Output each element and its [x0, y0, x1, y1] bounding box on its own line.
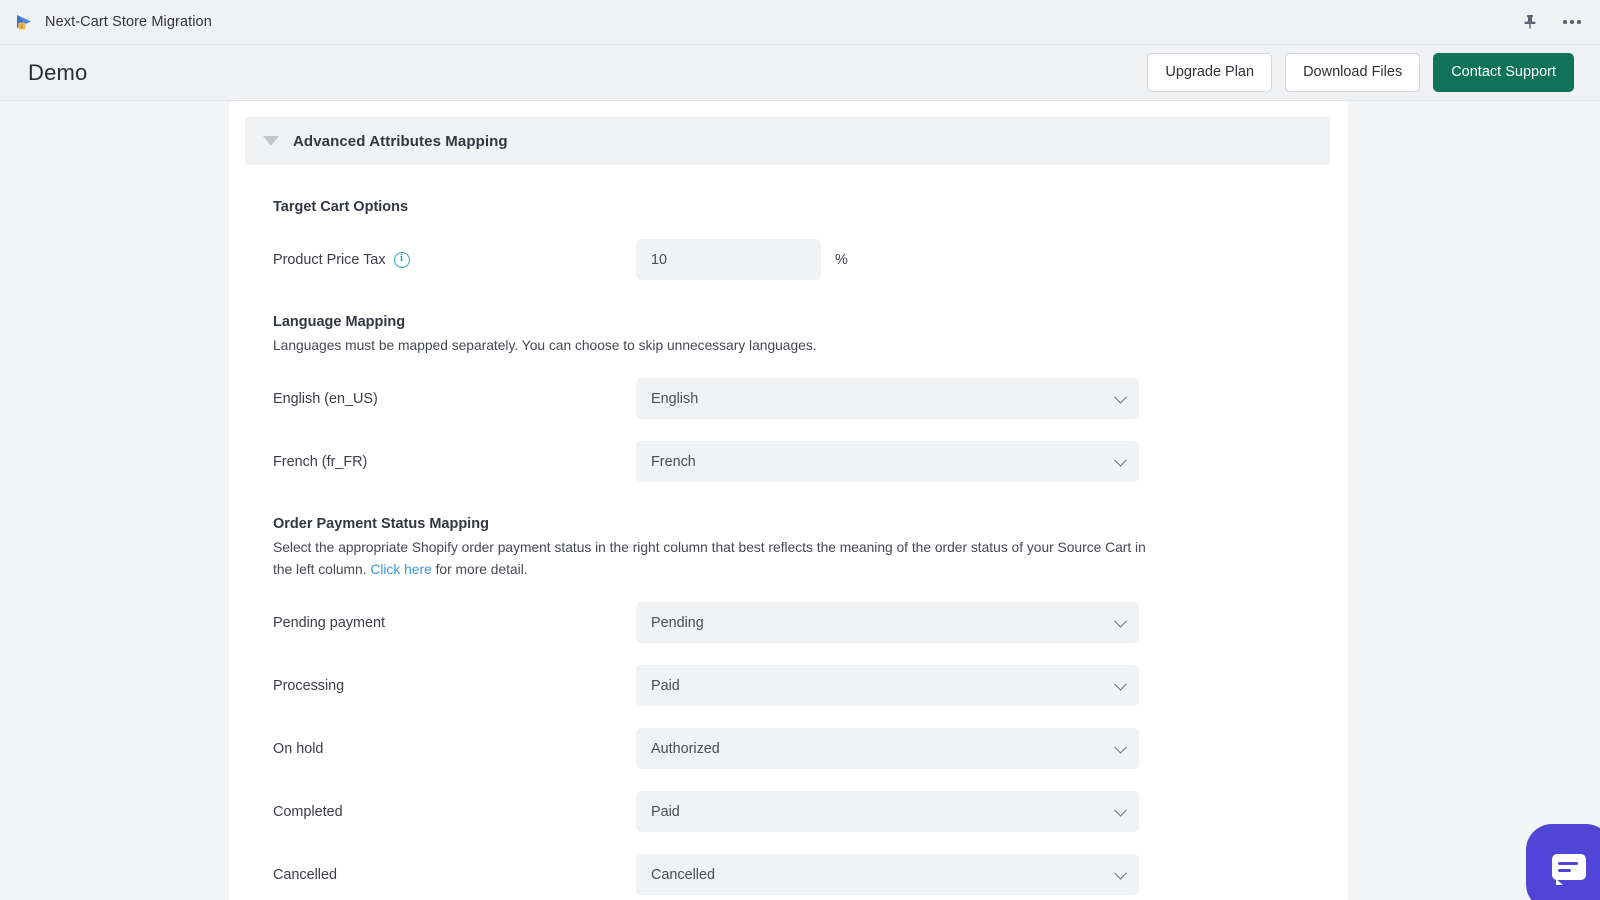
status-select-on-hold[interactable]: Authorized [636, 728, 1139, 769]
app-logo-icon: c [14, 12, 34, 32]
order-payment-status-mapping-heading: Order Payment Status Mapping [273, 516, 1330, 532]
status-row-completed: Completed Paid [273, 791, 1330, 832]
status-select-pending-payment[interactable]: Pending [636, 602, 1139, 643]
status-select-cancelled[interactable]: Cancelled [636, 854, 1139, 895]
status-label-on-hold: On hold [273, 741, 636, 757]
title-bar-left: c Next-Cart Store Migration [14, 12, 212, 32]
window-title-bar: c Next-Cart Store Migration [0, 0, 1600, 45]
status-label-cancelled: Cancelled [273, 867, 636, 883]
title-bar-right [1520, 12, 1586, 32]
status-label-completed: Completed [273, 804, 636, 820]
download-files-button[interactable]: Download Files [1285, 53, 1420, 92]
chat-widget-button[interactable] [1526, 824, 1600, 900]
percent-suffix: % [835, 252, 848, 268]
language-label-english: English (en_US) [273, 391, 636, 407]
description-part-2: for more detail. [436, 562, 528, 577]
page-title: Demo [28, 60, 88, 86]
language-select-english-value: English [651, 391, 698, 407]
status-row-on-hold: On hold Authorized [273, 728, 1330, 769]
language-mapping-description: Languages must be mapped separately. You… [273, 335, 1153, 356]
app-header: Demo Upgrade Plan Download Files Contact… [0, 45, 1600, 101]
chevron-down-icon [1114, 391, 1127, 404]
language-mapping-heading: Language Mapping [273, 314, 1330, 330]
right-rail [1348, 101, 1600, 900]
status-select-completed[interactable]: Paid [636, 791, 1139, 832]
order-payment-status-mapping-description: Select the appropriate Shopify order pay… [273, 537, 1153, 580]
click-here-link[interactable]: Click here [370, 562, 431, 577]
info-icon[interactable]: i [394, 252, 410, 268]
upgrade-plan-button[interactable]: Upgrade Plan [1147, 53, 1272, 92]
language-row-english: English (en_US) English [273, 378, 1330, 419]
advanced-attributes-mapping-accordion[interactable]: Advanced Attributes Mapping [245, 117, 1330, 165]
contact-support-button[interactable]: Contact Support [1433, 53, 1574, 92]
content-card: Advanced Attributes Mapping Target Cart … [229, 101, 1348, 900]
product-price-tax-label-wrap: Product Price Tax i [273, 252, 636, 268]
chevron-down-icon [1114, 866, 1127, 879]
language-row-french: French (fr_FR) French [273, 441, 1330, 482]
svg-text:c: c [21, 24, 24, 30]
chevron-down-icon [1114, 677, 1127, 690]
left-rail [0, 101, 229, 900]
status-label-pending-payment: Pending payment [273, 615, 636, 631]
pin-icon[interactable] [1520, 12, 1540, 32]
language-select-french-value: French [651, 454, 696, 470]
chevron-down-icon [1114, 803, 1127, 816]
product-price-tax-label: Product Price Tax [273, 252, 386, 268]
status-select-completed-value: Paid [651, 804, 680, 820]
status-label-processing: Processing [273, 678, 636, 694]
language-select-english[interactable]: English [636, 378, 1139, 419]
window-title: Next-Cart Store Migration [45, 14, 212, 30]
more-options-icon[interactable] [1562, 12, 1582, 32]
status-select-processing[interactable]: Paid [636, 665, 1139, 706]
product-price-tax-row: Product Price Tax i 10 % [273, 239, 1330, 280]
chevron-down-icon [263, 136, 279, 146]
status-select-on-hold-value: Authorized [651, 741, 720, 757]
page-body: Advanced Attributes Mapping Target Cart … [0, 101, 1600, 900]
language-select-french[interactable]: French [636, 441, 1139, 482]
accordion-body: Target Cart Options Product Price Tax i … [229, 199, 1348, 900]
language-label-french: French (fr_FR) [273, 454, 636, 470]
status-row-pending-payment: Pending payment Pending [273, 602, 1330, 643]
status-select-cancelled-value: Cancelled [651, 867, 715, 883]
status-row-cancelled: Cancelled Cancelled [273, 854, 1330, 895]
status-select-processing-value: Paid [651, 678, 680, 694]
chat-bubble-icon [1552, 854, 1586, 880]
accordion-title: Advanced Attributes Mapping [293, 133, 508, 150]
status-select-pending-payment-value: Pending [651, 615, 704, 631]
more-dots [1563, 20, 1581, 24]
header-actions: Upgrade Plan Download Files Contact Supp… [1147, 53, 1574, 92]
product-price-tax-input[interactable]: 10 [636, 239, 821, 280]
chevron-down-icon [1114, 454, 1127, 467]
status-row-processing: Processing Paid [273, 665, 1330, 706]
chevron-down-icon [1114, 614, 1127, 627]
chevron-down-icon [1114, 740, 1127, 753]
target-cart-options-heading: Target Cart Options [273, 199, 1330, 215]
